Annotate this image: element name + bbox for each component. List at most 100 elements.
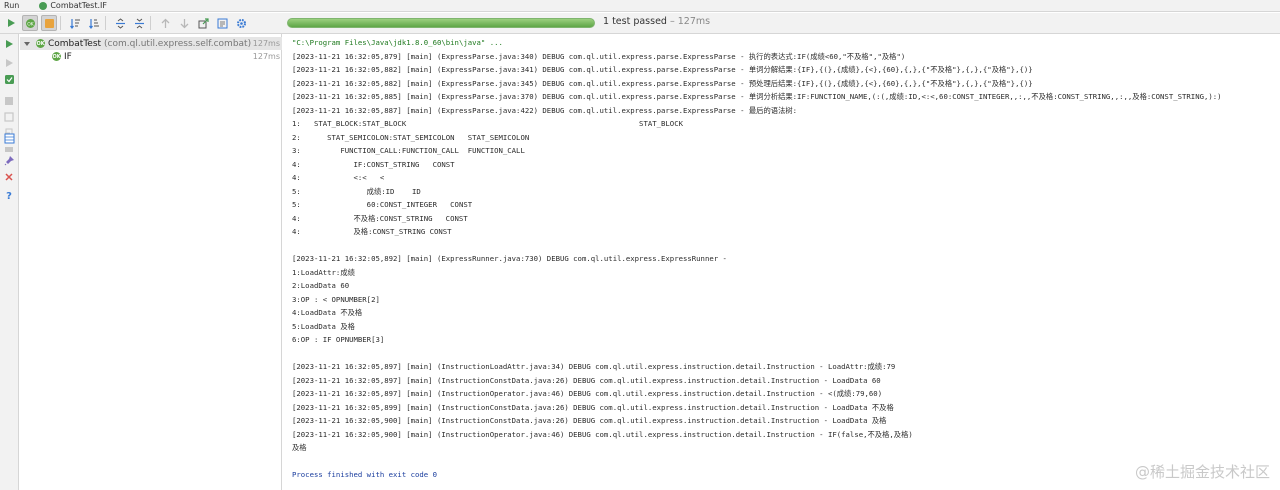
test-progress-bar: [287, 18, 595, 28]
test-class-duration: 127ms: [252, 39, 280, 48]
test-method-duration: 127ms: [252, 52, 280, 61]
svg-text:?: ?: [6, 191, 12, 200]
layout-icon: [4, 133, 14, 143]
help-button[interactable]: ?: [2, 188, 16, 202]
console-line: 及格: [292, 443, 307, 452]
pin-icon: [4, 155, 14, 165]
toolbar-separator: [60, 16, 61, 30]
rerun-button[interactable]: [3, 15, 19, 31]
rerun-failed-button[interactable]: [2, 56, 16, 70]
show-ignored-icon: [44, 18, 54, 28]
up-arrow-icon: [161, 18, 169, 28]
console-output[interactable]: "C:\Program Files\Java\jdk1.8.0_60\bin\j…: [283, 34, 1280, 490]
run-side-toolbar: ?: [0, 34, 19, 490]
toolbar-separator: [105, 16, 106, 30]
toggle-auto-test-icon: [4, 74, 14, 84]
import-icon: [217, 18, 227, 28]
close-button[interactable]: [2, 170, 16, 184]
console-line: Process finished with exit code 0: [292, 470, 437, 479]
test-passed-icon: OK: [52, 52, 61, 61]
console-line: [2023-11-21 16:32:05,879] [main] (Expres…: [292, 51, 906, 61]
rerun-failed-icon: [6, 59, 13, 67]
console-line: [2023-11-21 16:32:05,882] [main] (Expres…: [292, 78, 1033, 88]
run-icon: [8, 19, 15, 27]
console-line: [2023-11-21 16:32:05,897] [main] (Instru…: [292, 375, 881, 385]
test-class-package: (com.ql.util.express.self.combat): [104, 38, 252, 49]
total-duration: 127ms: [677, 16, 711, 27]
console-line: "C:\Program Files\Java\jdk1.8.0_60\bin\j…: [292, 38, 503, 47]
rerun-button-side[interactable]: [2, 37, 16, 51]
export-results-button[interactable]: [195, 15, 211, 31]
test-class-name: CombatTest: [48, 38, 102, 49]
close-icon: [5, 173, 13, 181]
console-line: [2023-11-21 16:32:05,899] [main] (Instru…: [292, 402, 894, 412]
console-line: [2023-11-21 16:32:05,897] [main] (Instru…: [292, 389, 883, 398]
console-line: [2023-11-21 16:32:05,897] [main] (Instru…: [292, 362, 896, 371]
test-config-icon: [39, 1, 48, 10]
console-line: 1: STAT_BLOCK:STAT_BLOCK STAT_BLOCK: [292, 119, 683, 128]
sort-duration-icon: [88, 18, 99, 29]
test-method-name: IF: [64, 51, 72, 62]
expand-all-button[interactable]: [112, 15, 128, 31]
console-line: 4: <:< <: [292, 173, 385, 182]
tree-node-if[interactable]: OK IF 127ms: [20, 50, 282, 63]
test-runner-toolbar: OK 1 test passed – 127ms: [0, 13, 1280, 34]
next-failed-test-button[interactable]: [176, 15, 192, 31]
show-ignored-toggle[interactable]: [41, 15, 57, 31]
expand-all-icon: [115, 17, 125, 29]
export-icon: [198, 17, 209, 28]
stop-button[interactable]: [2, 94, 16, 108]
console-line: [2023-11-21 16:32:05,882] [main] (Expres…: [292, 65, 1033, 74]
tree-node-combattest[interactable]: OK CombatTest (com.ql.util.express.self.…: [20, 37, 282, 50]
show-passed-icon: OK: [25, 18, 35, 28]
console-line: 6:OP : IF OPNUMBER[3]: [292, 335, 385, 344]
tests-passed-label: 1 test passed: [603, 16, 667, 27]
settings-button[interactable]: [233, 15, 249, 31]
previous-failed-test-button[interactable]: [157, 15, 173, 31]
console-line: 5: 60:CONST_INTEGER CONST: [292, 200, 473, 209]
console-line: 4:LoadData 不及格: [292, 308, 363, 317]
console-line: 2:LoadData 60: [292, 281, 350, 290]
dump-threads-button[interactable]: [2, 110, 16, 124]
rerun-icon: [6, 40, 13, 48]
svg-text:OK: OK: [27, 21, 35, 27]
sort-alphabetically-button[interactable]: [67, 15, 83, 31]
dump-threads-icon: [4, 112, 14, 122]
console-line: [2023-11-21 16:32:05,885] [main] (Expres…: [292, 92, 1222, 101]
console-line: 5:LoadData 及格: [292, 321, 355, 331]
help-icon: ?: [6, 191, 12, 200]
run-window-label: Run: [4, 1, 20, 10]
console-line: 5: 成绩:ID ID: [292, 186, 421, 196]
collapse-all-button[interactable]: [131, 15, 147, 31]
console-line: 4: IF:CONST_STRING CONST: [292, 159, 455, 169]
console-line: 3: FUNCTION_CALL:FUNCTION_CALL FUNCTION_…: [292, 146, 525, 155]
test-passed-icon: OK: [36, 39, 45, 48]
sort-alpha-icon: [69, 18, 80, 29]
stop-icon: [5, 97, 13, 105]
layout-button[interactable]: [2, 131, 16, 145]
test-status-text: 1 test passed – 127ms: [603, 16, 710, 27]
gear-icon: [236, 18, 246, 28]
separator-text: –: [666, 16, 678, 27]
run-config-tab[interactable]: CombatTest.IF: [39, 1, 107, 10]
watermark: @稀土掘金技术社区: [1134, 463, 1270, 481]
sort-by-duration-button[interactable]: [86, 15, 102, 31]
console-line: 4: 及格:CONST_STRING CONST: [292, 227, 452, 236]
pin-tab-button[interactable]: [2, 153, 16, 167]
show-passed-toggle[interactable]: OK: [22, 15, 38, 31]
console-line: 2: STAT_SEMICOLON:STAT_SEMICOLON STAT_SE…: [292, 132, 530, 142]
run-window-header: Run CombatTest.IF: [0, 0, 1280, 12]
console-line: [2023-11-21 16:32:05,887] [main] (Expres…: [292, 105, 798, 115]
toggle-auto-test-button[interactable]: [2, 72, 16, 86]
toolbar-separator: [150, 16, 151, 30]
test-tree-panel: OK CombatTest (com.ql.util.express.self.…: [20, 34, 282, 490]
console-line: [2023-11-21 16:32:05,900] [main] (Instru…: [292, 416, 887, 425]
console-line: 1:LoadAttr:成绩: [292, 267, 355, 277]
chevron-down-icon[interactable]: [24, 41, 30, 46]
console-line: 3:OP : < OPNUMBER[2]: [292, 294, 380, 304]
import-results-button[interactable]: [214, 15, 230, 31]
down-arrow-icon: [180, 18, 188, 28]
collapse-all-icon: [134, 18, 144, 28]
console-line: 4: 不及格:CONST_STRING CONST: [292, 213, 468, 223]
console-line: [2023-11-21 16:32:05,892] [main] (Expres…: [292, 254, 727, 263]
